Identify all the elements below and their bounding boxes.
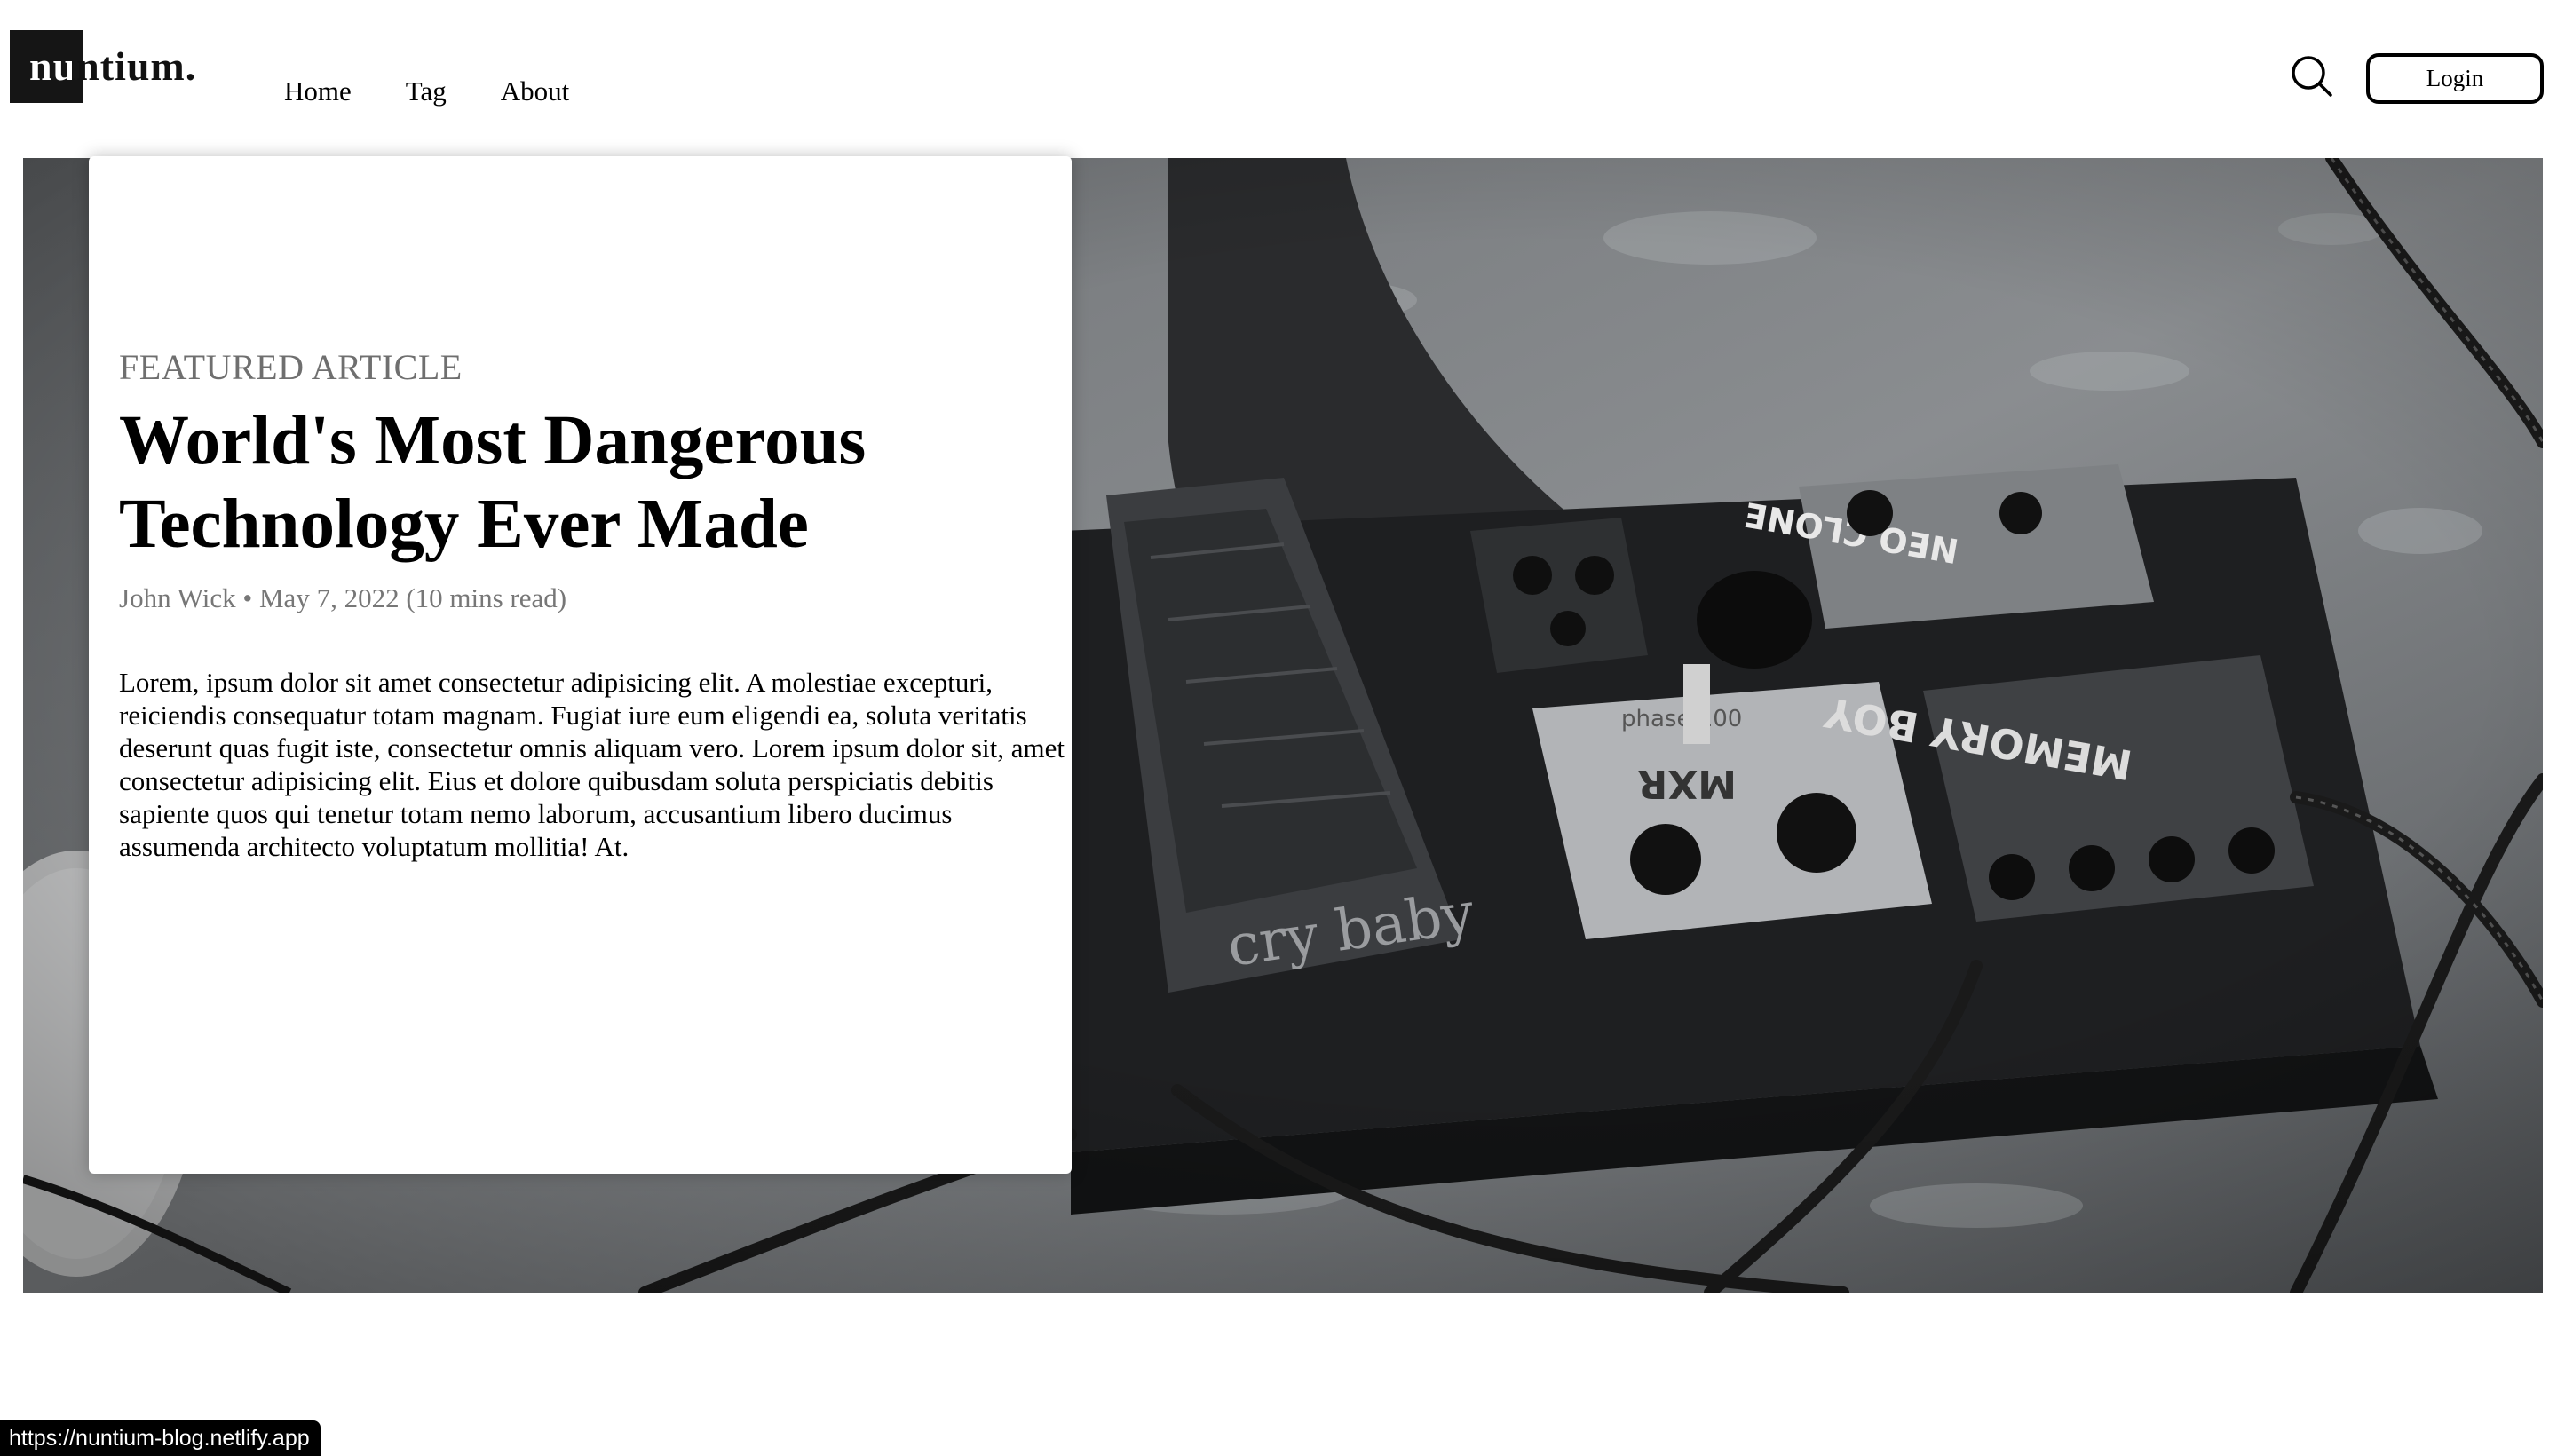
status-bar-url: https://nuntium-blog.netlify.app bbox=[0, 1420, 321, 1456]
nav-about[interactable]: About bbox=[501, 74, 570, 109]
login-button[interactable]: Login bbox=[2366, 53, 2544, 104]
article-meta: John Wick • May 7, 2022 (10 mins read) bbox=[119, 582, 567, 613]
site-logo[interactable]: nuntium. bbox=[10, 30, 196, 103]
search-icon[interactable] bbox=[2289, 53, 2335, 99]
article-excerpt: Lorem, ipsum dolor sit amet consectetur … bbox=[119, 667, 1065, 862]
featured-article-card[interactable] bbox=[89, 156, 1072, 1174]
site-header: nuntium. Home Tag About Login bbox=[0, 0, 2557, 158]
logo-text: nuntium. bbox=[10, 30, 196, 103]
nav-tag[interactable]: Tag bbox=[406, 74, 447, 109]
main-nav: Home Tag About bbox=[284, 74, 623, 109]
nav-home[interactable]: Home bbox=[284, 74, 352, 109]
article-title[interactable]: World's Most Dangerous Technology Ever M… bbox=[119, 400, 1060, 566]
featured-label: FEATURED ARTICLE bbox=[119, 347, 463, 387]
